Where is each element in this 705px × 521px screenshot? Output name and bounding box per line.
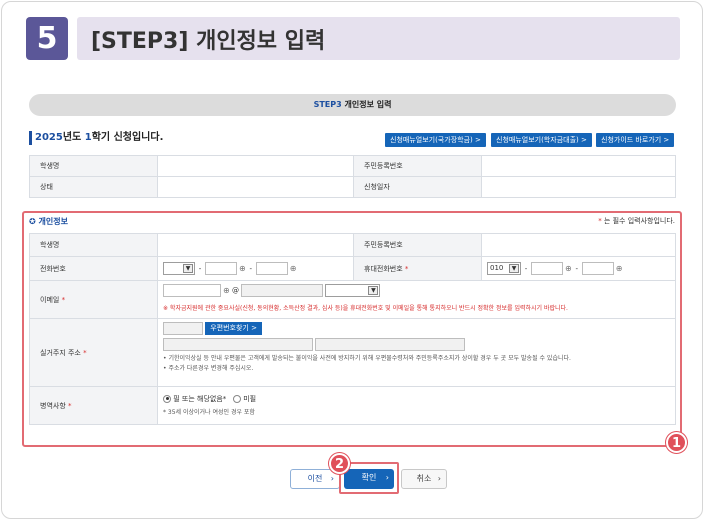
phone-label: 전화번호 [29, 256, 158, 281]
keypad-icon[interactable]: ⊕ [290, 264, 297, 273]
status-label: 상태 [29, 176, 158, 198]
manual-scholarship-button[interactable]: 신청매뉴얼보기(국가장학금) > [385, 133, 486, 147]
chevron-right-icon: › [385, 473, 389, 482]
step-title: [STEP3] 개인정보 입력 [91, 28, 326, 54]
address-line2-input[interactable] [315, 338, 466, 351]
applicant-info-table: 학생명 주민등록번호 상태 신청일자 [29, 155, 676, 198]
semester-title: 2025년도 1학기 신청입니다. [29, 131, 163, 145]
step-pill-prefix: STEP3 [313, 100, 342, 109]
guide-link-button[interactable]: 신청가이드 바로가기 > [596, 133, 675, 147]
chevron-down-icon: ▼ [183, 264, 193, 273]
annotation-badge-1: 1 [666, 432, 687, 453]
student-name-label: 학생명 [29, 155, 158, 177]
manual-loan-button[interactable]: 신청매뉴얼보기(학자금대출) > [491, 133, 592, 147]
resident-no-value [481, 155, 676, 177]
student-name-value [157, 155, 354, 177]
address-line1-input[interactable] [163, 338, 313, 351]
bullet-icon: ✪ [29, 217, 36, 226]
personal-section-title: ✪ 개인정보 [29, 217, 68, 226]
email-domain-select[interactable]: ▼ [325, 284, 381, 297]
annotation-badge-2: 2 [329, 453, 350, 474]
required-note: * 는 필수 입력사항입니다. [598, 217, 675, 225]
cancel-button[interactable]: 취소 › [401, 469, 447, 489]
apply-date-label: 신청일자 [353, 176, 482, 198]
step-title-banner: [STEP3] 개인정보 입력 [77, 17, 680, 60]
keypad-icon[interactable]: ⊕ [616, 264, 623, 273]
keypad-icon[interactable]: ⊕ [565, 264, 572, 273]
chevron-right-icon: › [437, 474, 441, 483]
email-label: 이메일 * [29, 280, 158, 319]
address-label: 실거주지 주소 * [29, 318, 158, 387]
zip-code-input[interactable] [163, 322, 203, 335]
step-number-badge: 5 [26, 17, 68, 60]
form-resident-no-value [481, 233, 676, 257]
phone-area-select[interactable]: ▼ [163, 262, 195, 275]
mobile-prefix-select[interactable]: 010 ▼ [487, 262, 521, 275]
step-pill-text: 개인정보 입력 [344, 100, 392, 109]
zip-search-button[interactable]: 우편번호찾기 > [205, 322, 262, 335]
form-resident-no-label: 주민등록번호 [353, 233, 482, 257]
military-done-radio[interactable] [163, 394, 171, 403]
personal-info-form: 학생명 주민등록번호 전화번호 ▼ - ⊕ - ⊕ 휴대전화번호 * 010 ▼ - ⊕ - ⊕ … [29, 233, 676, 425]
status-value [157, 176, 354, 198]
military-notdone-radio[interactable] [232, 394, 241, 403]
mobile-middle-input[interactable] [531, 262, 563, 275]
mobile-last-input[interactable] [581, 262, 614, 275]
email-domain-input[interactable] [241, 284, 324, 297]
apply-date-value [481, 176, 676, 198]
step-pill: STEP3 개인정보 입력 [29, 94, 676, 116]
email-id-input[interactable] [163, 284, 221, 297]
keypad-icon[interactable]: ⊕ [239, 264, 246, 273]
keypad-icon[interactable]: ⊕ [223, 286, 230, 295]
mobile-label: 휴대전화번호 * [353, 256, 482, 281]
address-note-1: • 기한이익상실 등 안내 우편물은 고객에게 발송되는 불이익을 사전에 방지… [163, 355, 571, 362]
form-student-name-value [157, 233, 354, 257]
phone-middle-input[interactable] [205, 262, 237, 275]
chevron-down-icon: ▼ [368, 286, 379, 295]
military-label: 병역사항 * [29, 386, 158, 425]
phone-last-input[interactable] [255, 262, 288, 275]
address-note-2: • 주소가 다른경우 변경해 주십시오. [163, 365, 254, 372]
confirm-button[interactable]: 확인 › [344, 469, 394, 489]
email-warning: ※ 학자금지원에 관한 중요사실(신청, 동의현황, 소득산정 결과, 심사 등… [163, 305, 568, 312]
chevron-down-icon: ▼ [509, 264, 519, 273]
form-student-name-label: 학생명 [29, 233, 158, 257]
resident-no-label: 주민등록번호 [353, 155, 482, 177]
military-note: * 35세 이상이거나 여성인 경우 포함 [163, 408, 255, 416]
